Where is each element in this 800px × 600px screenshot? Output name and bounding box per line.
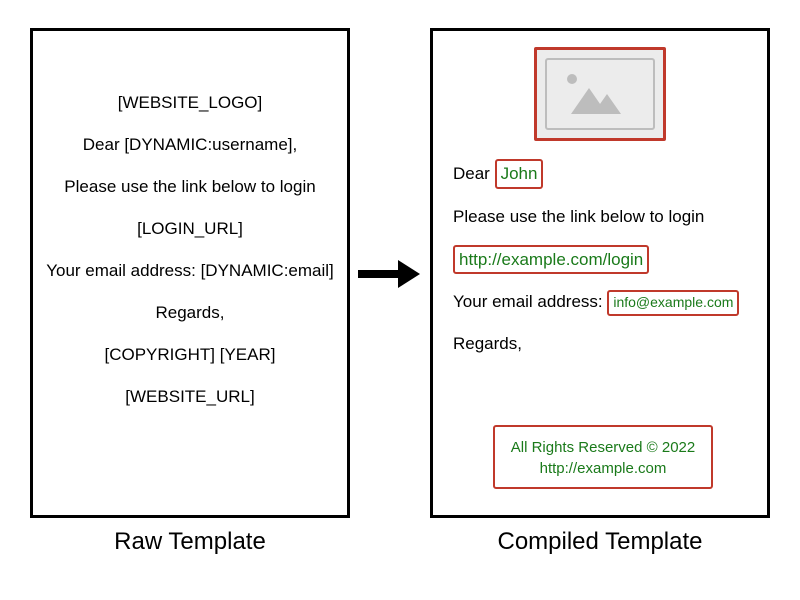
compiled-body-line: Please use the link below to login	[453, 205, 747, 229]
email-prefix: Your email address:	[453, 292, 603, 311]
logo-placeholder	[534, 47, 666, 141]
compiled-template-caption: Compiled Template	[430, 528, 770, 556]
raw-line-website-url: [WEBSITE_URL]	[43, 387, 337, 407]
compiled-login-url-line: http://example.com/login	[453, 245, 747, 275]
arrow-icon	[358, 260, 422, 288]
compiled-footer-box: All Rights Reserved © 2022 http://exampl…	[493, 425, 713, 489]
raw-line-dear: Dear [DYNAMIC:username],	[43, 135, 337, 155]
raw-line-login-url: [LOGIN_URL]	[43, 219, 337, 239]
username-value: John	[495, 159, 544, 189]
login-url-value: http://example.com/login	[453, 245, 649, 275]
compiled-email-line: Your email address: info@example.com	[453, 290, 747, 316]
compiled-regards-line: Regards,	[453, 332, 747, 356]
compiled-template-panel: Dear John Please use the link below to l…	[430, 28, 770, 518]
footer-copyright: All Rights Reserved © 2022	[501, 439, 705, 456]
raw-line-logo: [WEBSITE_LOGO]	[43, 93, 337, 113]
compiled-dear-line: Dear John	[453, 159, 747, 189]
raw-line-body: Please use the link below to login	[43, 177, 337, 197]
email-value: info@example.com	[607, 290, 739, 316]
raw-line-copyright: [COPYRIGHT] [YEAR]	[43, 345, 337, 365]
dear-prefix: Dear	[453, 164, 490, 183]
raw-line-regards: Regards,	[43, 303, 337, 323]
raw-template-caption: Raw Template	[30, 528, 350, 556]
raw-line-email: Your email address: [DYNAMIC:email]	[43, 261, 337, 281]
image-placeholder-icon	[545, 58, 655, 130]
footer-url: http://example.com	[501, 460, 705, 477]
raw-template-panel: [WEBSITE_LOGO] Dear [DYNAMIC:username], …	[30, 28, 350, 518]
